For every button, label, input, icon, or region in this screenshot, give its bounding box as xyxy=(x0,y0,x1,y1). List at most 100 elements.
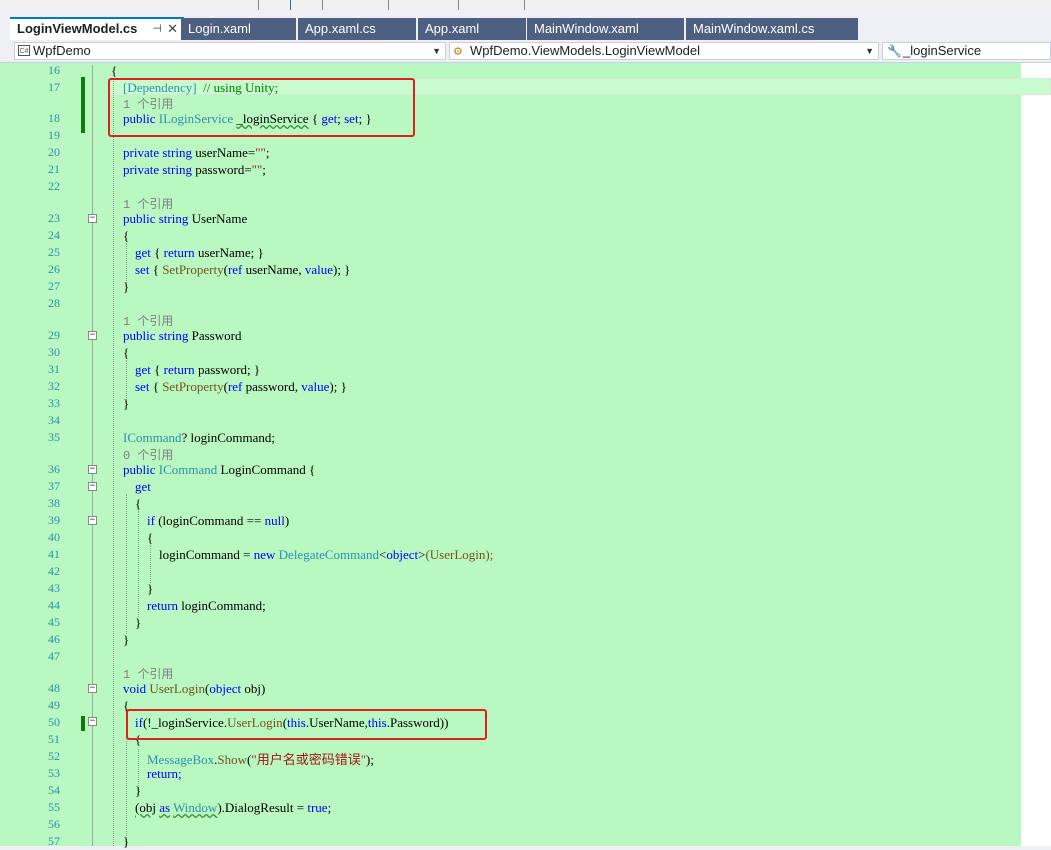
toolbar-fragment xyxy=(258,0,267,10)
wrench-property-icon: 🔧 xyxy=(887,44,902,58)
code-line: set { SetProperty(ref password, value); … xyxy=(135,379,347,394)
toolbar-fragment xyxy=(524,0,533,10)
line-number: 23 xyxy=(48,211,60,225)
line-number: 18 xyxy=(48,111,60,125)
line-number: 34 xyxy=(48,413,60,427)
collapse-icon[interactable]: − xyxy=(88,482,97,491)
tab-app-xaml-cs[interactable]: App.xaml.cs xyxy=(298,18,416,40)
code-line: } xyxy=(123,834,130,849)
tab-label: App.xaml xyxy=(425,21,480,36)
code-line: void UserLogin(object obj) xyxy=(123,681,266,696)
code-line: private string userName=""; xyxy=(123,145,270,160)
code-line: } xyxy=(123,632,130,647)
code-line: private string password=""; xyxy=(123,162,266,177)
line-number: 29 xyxy=(48,328,60,342)
line-number: 21 xyxy=(48,162,60,176)
code-line: } xyxy=(135,615,142,630)
tab-label: MainWindow.xaml xyxy=(534,21,639,36)
indent-guide xyxy=(113,79,114,846)
line-number: 19 xyxy=(48,128,60,142)
line-number: 31 xyxy=(48,362,60,376)
code-line: get { return password; } xyxy=(135,362,261,377)
tab-loginviewmodel-cs[interactable]: LoginViewModel.cs ⊣ ✕ xyxy=(10,17,184,40)
line-number: 20 xyxy=(48,145,60,159)
line-number: 32 xyxy=(48,379,60,393)
tab-label: Login.xaml xyxy=(188,21,251,36)
project-name: WpfDemo xyxy=(33,43,91,58)
line-number: 57 xyxy=(48,834,60,848)
line-number: 50 xyxy=(48,715,60,729)
annotation-box xyxy=(108,78,415,137)
line-number: 28 xyxy=(48,296,60,310)
reference-count-link[interactable]: 0 个引用 xyxy=(123,446,173,463)
line-number: 39 xyxy=(48,513,60,527)
line-number: 48 xyxy=(48,681,60,695)
indent-guide xyxy=(150,545,151,583)
tab-mainwindow-xaml-cs[interactable]: MainWindow.xaml.cs xyxy=(686,18,858,40)
line-number: 25 xyxy=(48,245,60,259)
line-number: 37 xyxy=(48,479,60,493)
line-number: 47 xyxy=(48,649,60,663)
line-number: 17 xyxy=(48,80,60,94)
line-number: 26 xyxy=(48,262,60,276)
collapse-icon[interactable]: − xyxy=(88,331,97,340)
tab-label: MainWindow.xaml.cs xyxy=(693,21,815,36)
line-number: 40 xyxy=(48,530,60,544)
tab-app-xaml[interactable]: App.xaml xyxy=(418,18,526,40)
tab-mainwindow-xaml[interactable]: MainWindow.xaml xyxy=(527,18,684,40)
project-dropdown[interactable]: C# WpfDemo ▼ xyxy=(14,42,446,60)
line-number: 27 xyxy=(48,279,60,293)
line-number: 45 xyxy=(48,615,60,629)
reference-count-link[interactable]: 1 个引用 xyxy=(123,665,173,682)
code-line: } xyxy=(123,396,130,411)
change-marker xyxy=(81,716,85,731)
code-line: return loginCommand; xyxy=(147,598,266,613)
member-dropdown[interactable]: 🔧 _loginService xyxy=(882,42,1051,60)
line-number: 41 xyxy=(48,547,60,561)
code-line: (obj as Window).DialogResult = true; xyxy=(135,800,332,815)
class-dropdown[interactable]: ⚙ WpfDemo.ViewModels.LoginViewModel ▼ xyxy=(449,42,879,60)
line-number: 36 xyxy=(48,462,60,476)
line-number: 35 xyxy=(48,430,60,444)
code-line: return; xyxy=(147,766,182,781)
code-line: { xyxy=(135,496,142,511)
tab-label: App.xaml.cs xyxy=(305,21,376,36)
line-number: 53 xyxy=(48,766,60,780)
code-line: { xyxy=(123,345,130,360)
line-number: 30 xyxy=(48,345,60,359)
collapse-icon[interactable]: − xyxy=(88,465,97,474)
indent-guide xyxy=(138,511,139,617)
reference-count-link[interactable]: 1 个引用 xyxy=(123,195,173,212)
code-line: get { return userName; } xyxy=(135,245,264,260)
reference-count-link[interactable]: 1 个引用 xyxy=(123,312,173,329)
collapse-icon[interactable]: − xyxy=(88,684,97,693)
chevron-down-icon[interactable]: ▼ xyxy=(432,43,441,59)
line-number: 49 xyxy=(48,698,60,712)
line-number: 56 xyxy=(48,817,60,831)
csharp-project-icon: C# xyxy=(18,45,30,56)
line-number: 22 xyxy=(48,179,60,193)
tab-login-xaml[interactable]: Login.xaml xyxy=(181,18,296,40)
code-editor[interactable]: − − − − − − − 16 17 18 19 20 21 22 23 24… xyxy=(0,63,1051,849)
line-number: 42 xyxy=(48,564,60,578)
line-number: 55 xyxy=(48,800,60,814)
code-line: } xyxy=(123,279,130,294)
pin-icon[interactable]: ⊣ xyxy=(152,19,162,39)
toolbar-fragment xyxy=(290,0,299,10)
toolbar-fragment xyxy=(322,0,331,10)
member-name: _loginService xyxy=(903,43,982,58)
navigation-bar: C# WpfDemo ▼ ⚙ WpfDemo.ViewModels.LoginV… xyxy=(0,40,1051,63)
code-line: { xyxy=(111,63,118,78)
code-line: public ICommand LoginCommand { xyxy=(123,462,316,477)
class-icon: ⚙ xyxy=(453,46,463,58)
collapse-icon[interactable]: − xyxy=(88,516,97,525)
collapse-icon[interactable]: − xyxy=(88,214,97,223)
code-line: public string Password xyxy=(123,328,242,343)
code-line: get xyxy=(135,479,151,494)
close-icon[interactable]: ✕ xyxy=(167,19,178,39)
code-line: set { SetProperty(ref userName, value); … xyxy=(135,262,351,277)
code-line: ICommand? loginCommand; xyxy=(123,430,276,445)
chevron-down-icon[interactable]: ▼ xyxy=(865,43,874,59)
collapse-icon[interactable]: − xyxy=(88,717,97,726)
line-number: 51 xyxy=(48,732,60,746)
